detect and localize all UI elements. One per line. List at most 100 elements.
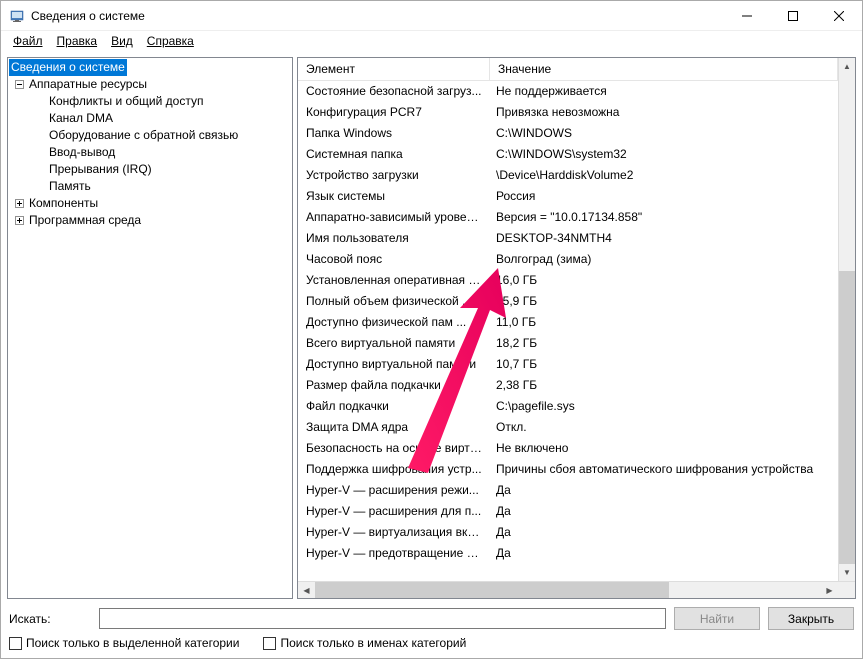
tree-hw-dma[interactable]: Канал DMA [9, 110, 291, 127]
tree-hw-io[interactable]: Ввод-вывод [9, 144, 291, 161]
list-row[interactable]: Часовой поясВолгоград (зима) [298, 249, 838, 270]
tree-root[interactable]: Сведения о системе [9, 59, 291, 76]
list-row[interactable]: Файл подкачкиC:\pagefile.sys [298, 396, 838, 417]
list-row[interactable]: Размер файла подкачки2,38 ГБ [298, 375, 838, 396]
scrollbar-thumb-h[interactable] [315, 582, 669, 598]
row-value: 16,0 ГБ [490, 270, 838, 291]
row-element: Аппаратно-зависимый уровен... [298, 207, 490, 228]
titlebar: Сведения о системе [1, 1, 862, 31]
list-body[interactable]: Состояние безопасной загруз...Не поддерж… [298, 81, 838, 581]
row-element: Файл подкачки [298, 396, 490, 417]
list-row[interactable]: Папка WindowsC:\WINDOWS [298, 123, 838, 144]
row-value: Да [490, 501, 838, 522]
list-row[interactable]: Устройство загрузки\Device\HarddiskVolum… [298, 165, 838, 186]
checkbox-icon [263, 637, 276, 650]
list-row[interactable]: Полный объем физической ...15,9 ГБ [298, 291, 838, 312]
list-header: Элемент Значение [298, 58, 838, 81]
row-value: Да [490, 522, 838, 543]
search-panel: Искать: Найти Закрыть Поиск только в выд… [1, 605, 862, 658]
menu-view[interactable]: Вид [105, 32, 139, 50]
find-button[interactable]: Найти [674, 607, 760, 630]
list-row[interactable]: Системная папкаC:\WINDOWS\system32 [298, 144, 838, 165]
row-value: Да [490, 543, 838, 564]
row-element: Доступно виртуальной памяти [298, 354, 490, 375]
list-row[interactable]: Всего виртуальной памяти18,2 ГБ [298, 333, 838, 354]
list-row[interactable]: Защита DMA ядраОткл. [298, 417, 838, 438]
row-value: Волгоград (зима) [490, 249, 838, 270]
maximize-button[interactable] [770, 1, 816, 30]
row-value: Да [490, 480, 838, 501]
tree-hw-memory[interactable]: Память [9, 178, 291, 195]
close-search-button[interactable]: Закрыть [768, 607, 854, 630]
category-tree[interactable]: Сведения о системе Аппаратные ресурсы Ко… [7, 57, 293, 599]
list-row[interactable]: Hyper-V — виртуализация вкл...Да [298, 522, 838, 543]
list-row[interactable]: Язык системыРоссия [298, 186, 838, 207]
menu-help[interactable]: Справка [141, 32, 200, 50]
row-value: Привязка невозможна [490, 102, 838, 123]
column-element[interactable]: Элемент [298, 58, 490, 80]
row-element: Hyper-V — расширения для п... [298, 501, 490, 522]
list-row[interactable]: Доступно физической пам ...11,0 ГБ [298, 312, 838, 333]
row-element: Имя пользователя [298, 228, 490, 249]
row-value: 10,7 ГБ [490, 354, 838, 375]
row-value: Россия [490, 186, 838, 207]
checkbox-label: Поиск только в выделенной категории [26, 636, 239, 650]
expand-icon[interactable] [13, 215, 25, 227]
menu-edit[interactable]: Правка [51, 32, 104, 50]
scroll-left-icon[interactable]: ◀ [298, 582, 315, 598]
search-input[interactable] [99, 608, 666, 629]
row-element: Доступно физической пам ... [298, 312, 490, 333]
expand-icon[interactable] [13, 198, 25, 210]
row-value: \Device\HarddiskVolume2 [490, 165, 838, 186]
horizontal-scrollbar[interactable]: ◀ ▶ [298, 581, 855, 598]
minimize-button[interactable] [724, 1, 770, 30]
scroll-down-icon[interactable]: ▼ [839, 564, 855, 581]
row-element: Поддержка шифрования устр... [298, 459, 490, 480]
checkbox-selected-category[interactable]: Поиск только в выделенной категории [9, 636, 239, 650]
menubar: Файл Правка Вид Справка [1, 31, 862, 51]
vertical-scrollbar[interactable]: ▲ ▼ [838, 58, 855, 581]
scroll-right-icon[interactable]: ▶ [821, 582, 838, 598]
row-value: DESKTOP-34NMTH4 [490, 228, 838, 249]
search-label: Искать: [9, 612, 91, 626]
row-element: Защита DMA ядра [298, 417, 490, 438]
row-element: Установленная оперативная п... [298, 270, 490, 291]
list-row[interactable]: Аппаратно-зависимый уровен...Версия = "1… [298, 207, 838, 228]
list-row[interactable]: Поддержка шифрования устр...Причины сбоя… [298, 459, 838, 480]
list-row[interactable]: Hyper-V — расширения для п...Да [298, 501, 838, 522]
tree-hw-conflicts[interactable]: Конфликты и общий доступ [9, 93, 291, 110]
row-element: Hyper-V — расширения режи... [298, 480, 490, 501]
list-row[interactable]: Имя пользователяDESKTOP-34NMTH4 [298, 228, 838, 249]
collapse-icon[interactable] [13, 79, 25, 91]
row-element: Всего виртуальной памяти [298, 333, 490, 354]
tree-hw-irq[interactable]: Прерывания (IRQ) [9, 161, 291, 178]
tree-software-env[interactable]: Программная среда [9, 212, 291, 229]
scroll-up-icon[interactable]: ▲ [839, 58, 855, 75]
row-value: 11,0 ГБ [490, 312, 838, 333]
menu-file[interactable]: Файл [7, 32, 49, 50]
row-value: 15,9 ГБ [490, 291, 838, 312]
checkbox-category-names[interactable]: Поиск только в именах категорий [263, 636, 466, 650]
list-row[interactable]: Hyper-V — расширения режи...Да [298, 480, 838, 501]
row-element: Папка Windows [298, 123, 490, 144]
detail-list: Элемент Значение Состояние безопасной за… [297, 57, 856, 599]
row-element: Конфигурация PCR7 [298, 102, 490, 123]
list-row[interactable]: Безопасность на основе вирту...Не включе… [298, 438, 838, 459]
row-value: Не поддерживается [490, 81, 838, 102]
list-row[interactable]: Конфигурация PCR7Привязка невозможна [298, 102, 838, 123]
tree-components[interactable]: Компоненты [9, 195, 291, 212]
row-value: Версия = "10.0.17134.858" [490, 207, 838, 228]
row-element: Устройство загрузки [298, 165, 490, 186]
checkbox-icon [9, 637, 22, 650]
tree-hardware[interactable]: Аппаратные ресурсы [9, 76, 291, 93]
list-row[interactable]: Доступно виртуальной памяти10,7 ГБ [298, 354, 838, 375]
row-value: Откл. [490, 417, 838, 438]
list-row[interactable]: Состояние безопасной загруз...Не поддерж… [298, 81, 838, 102]
close-button[interactable] [816, 1, 862, 30]
window-title: Сведения о системе [31, 9, 145, 23]
column-value[interactable]: Значение [490, 58, 838, 80]
tree-hw-forced[interactable]: Оборудование с обратной связью [9, 127, 291, 144]
list-row[interactable]: Hyper-V — предотвращение в...Да [298, 543, 838, 564]
scrollbar-thumb[interactable] [839, 271, 855, 564]
list-row[interactable]: Установленная оперативная п...16,0 ГБ [298, 270, 838, 291]
